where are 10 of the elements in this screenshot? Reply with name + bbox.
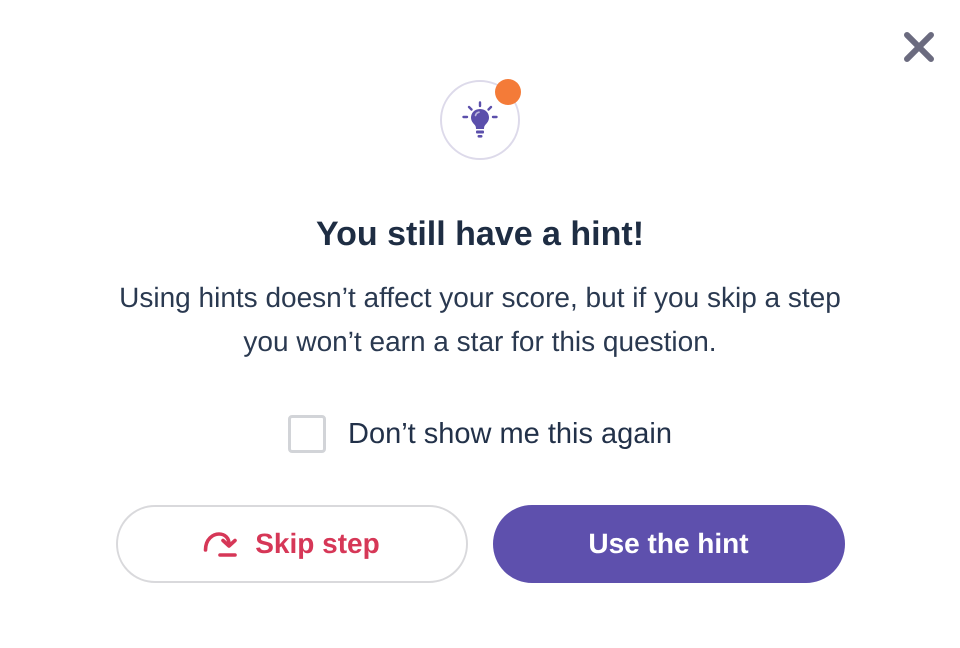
skip-step-button[interactable]: Skip step [116,505,468,583]
checkbox[interactable] [288,415,326,453]
lightbulb-icon [462,101,498,139]
close-icon [903,31,935,63]
checkbox-label[interactable]: Don’t show me this again [348,415,672,453]
skip-arrow-icon [203,530,238,558]
use-hint-button[interactable]: Use the hint [492,505,844,583]
dialog-message: Using hints doesn’t affect your score, but if you skip a step you won’t earn a star for this question. [118,281,842,359]
dialog-title: You still have a hint! [316,214,644,254]
close-button[interactable] [903,31,935,63]
